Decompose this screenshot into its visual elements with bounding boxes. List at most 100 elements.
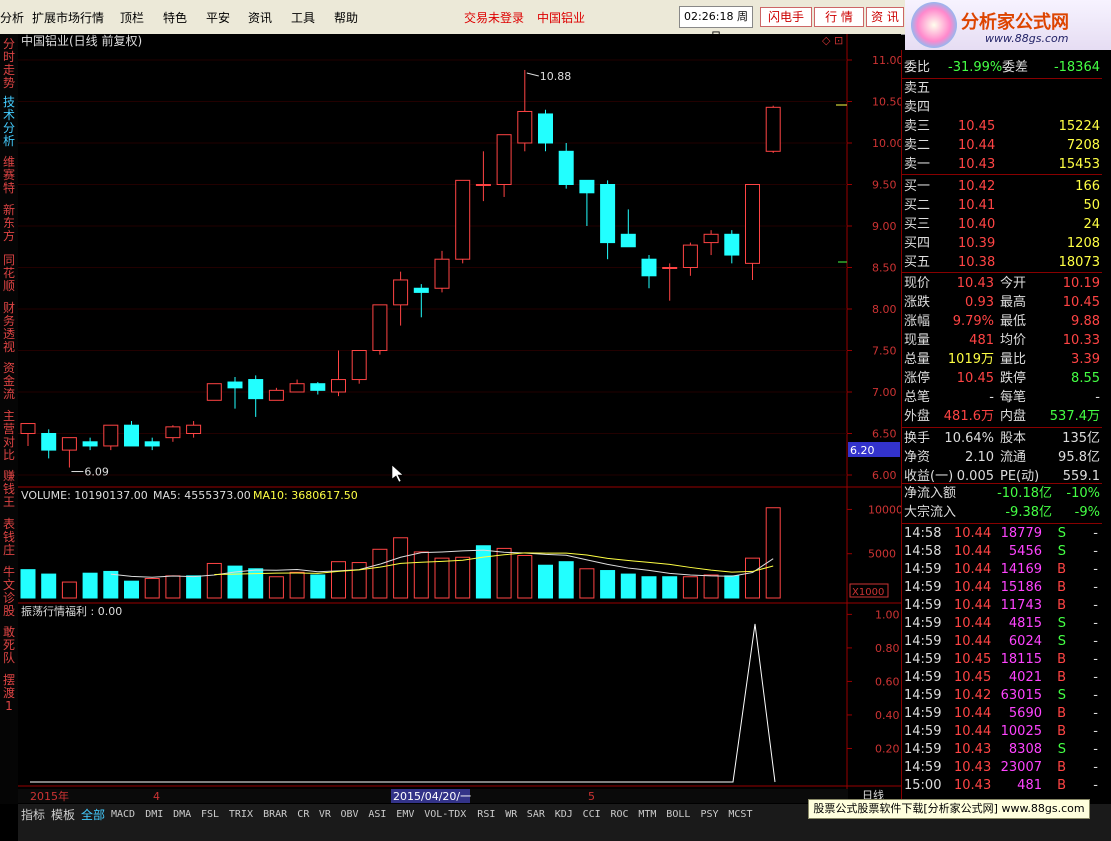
tick-price: 10.44 bbox=[954, 616, 992, 631]
buy-row: 买一 10.42 166 bbox=[902, 177, 1100, 196]
indicator-tab[interactable]: PSY bbox=[701, 807, 719, 823]
stat-value: 10.45 bbox=[956, 371, 994, 386]
indicator-tab[interactable]: VOL-TDX bbox=[424, 807, 466, 823]
stat-label: 涨跌 bbox=[904, 295, 931, 310]
indicator-tab[interactable]: 模板 bbox=[51, 807, 75, 823]
volume-bar bbox=[206, 562, 222, 599]
tick-direction: B bbox=[1057, 724, 1066, 739]
indicator-tab[interactable]: ASI bbox=[368, 807, 386, 823]
stat-label: 今开 bbox=[1000, 276, 1027, 291]
candle-body bbox=[61, 437, 77, 451]
tick-time: 14:59 bbox=[904, 724, 942, 739]
candle-body bbox=[600, 184, 616, 244]
volume-label: VOLUME: 10190137.00 bbox=[21, 489, 148, 502]
indicator-tab[interactable]: DMI bbox=[145, 807, 163, 823]
indicator-tab[interactable]: 全部 bbox=[81, 807, 105, 823]
indicator-tab[interactable]: VR bbox=[319, 807, 331, 823]
candle-body bbox=[206, 383, 222, 401]
tick-direction: B bbox=[1057, 706, 1066, 721]
stat-row: 净资 2.10 流通 95.8亿 bbox=[902, 448, 1100, 467]
price-tick-label: 10.00 bbox=[872, 137, 901, 150]
volume-bar bbox=[641, 576, 657, 599]
indicator-tab[interactable]: TRIX bbox=[229, 807, 253, 823]
tick-direction: S bbox=[1057, 742, 1066, 757]
indicator-tick-label: 0.40 bbox=[875, 709, 900, 722]
stat-row: 外盘 481.6万 内盘 537.4万 bbox=[902, 407, 1100, 426]
candle-body bbox=[227, 381, 243, 389]
indicator-tab[interactable]: 指标 bbox=[21, 807, 45, 823]
indicator-tab[interactable]: SAR bbox=[527, 807, 545, 823]
price-tick-label: 9.50 bbox=[872, 179, 897, 192]
candle-body bbox=[641, 258, 657, 277]
flow-row: 大宗流入 -9.38亿 -9% bbox=[902, 503, 1100, 522]
indicator-tab[interactable]: EMV bbox=[396, 807, 414, 823]
candle-body bbox=[268, 389, 284, 401]
stat-row: 现量 481 均价 10.33 bbox=[902, 331, 1100, 350]
candle-body bbox=[455, 179, 471, 260]
flow-value: -10.18亿 bbox=[997, 486, 1052, 501]
stat-value: 3.39 bbox=[1071, 352, 1100, 367]
ad-banner[interactable]: 股票公式股票软件下载[分析家公式网] www.88gs.com bbox=[808, 799, 1090, 819]
indicator-tab[interactable]: CR bbox=[297, 807, 309, 823]
tick-price: 10.43 bbox=[954, 778, 992, 793]
indicator-tab[interactable]: KDJ bbox=[555, 807, 573, 823]
stat-row: 总量 1019万 量比 3.39 bbox=[902, 350, 1100, 369]
candle-body bbox=[103, 424, 119, 447]
tick-price: 10.44 bbox=[954, 634, 992, 649]
expand-icon[interactable]: ◇ ⊡ bbox=[822, 34, 843, 47]
tick-dash: - bbox=[1093, 544, 1098, 559]
indicator-tab[interactable]: DMA bbox=[173, 807, 191, 823]
tick-price: 10.44 bbox=[954, 526, 992, 541]
volume-bar bbox=[724, 575, 740, 599]
tick-row: 14:59 10.44 5690 B - bbox=[902, 704, 1100, 723]
stat-value: 10.45 bbox=[1062, 295, 1100, 310]
volume-bar bbox=[103, 570, 119, 599]
indicator-tab[interactable]: CCI bbox=[583, 807, 601, 823]
stat-label: 最高 bbox=[1000, 295, 1027, 310]
chart-area[interactable]: 中国铝业(日线 前复权) ◇ ⊡ 6.00 6.50 7.00 7.50 8.00 8.5… bbox=[0, 0, 901, 804]
volume-bar bbox=[517, 554, 533, 599]
stat-label: 每笔 bbox=[1000, 390, 1027, 405]
volume-bar bbox=[413, 551, 429, 599]
indicator-tab[interactable]: ROC bbox=[611, 807, 629, 823]
tick-direction: B bbox=[1057, 652, 1066, 667]
indicator-tab[interactable]: FSL bbox=[201, 807, 219, 823]
indicator-tab[interactable]: MACD bbox=[111, 807, 135, 823]
stat-label: 总量 bbox=[904, 352, 931, 367]
sell-price: 10.45 bbox=[958, 119, 996, 134]
tick-row: 14:59 10.44 11743 B - bbox=[902, 596, 1100, 615]
flow-label: 净流入额 bbox=[904, 486, 957, 501]
stat-label: 换手 bbox=[904, 431, 931, 446]
indicator-tab[interactable]: WR bbox=[505, 807, 517, 823]
logo-url: www.88gs.com bbox=[985, 32, 1069, 45]
indicator-tab[interactable]: BOLL bbox=[666, 807, 690, 823]
tick-dash: - bbox=[1093, 562, 1098, 577]
indicator-tab[interactable]: MCST bbox=[728, 807, 752, 823]
sell-row: 卖三 10.45 15224 bbox=[902, 117, 1100, 136]
volume-tick-label: 5000 bbox=[868, 548, 896, 561]
tick-volume: 4815 bbox=[1008, 616, 1042, 631]
indicator-tab[interactable]: OBV bbox=[341, 807, 359, 823]
tick-volume: 18779 bbox=[1000, 526, 1042, 541]
tick-direction: B bbox=[1057, 760, 1066, 775]
candle-body bbox=[351, 350, 367, 381]
flow-value: -9.38亿 bbox=[1005, 505, 1052, 520]
indicator-tab[interactable]: BRAR bbox=[263, 807, 287, 823]
sell-label: 卖三 bbox=[904, 119, 931, 134]
stat-row: 换手 10.64% 股本 135亿 bbox=[902, 429, 1100, 448]
price-tick-label: 7.50 bbox=[872, 345, 897, 358]
stat-value: 8.55 bbox=[1071, 371, 1100, 386]
stat-label: 流通 bbox=[1000, 450, 1027, 465]
stat-value: 10.64% bbox=[944, 431, 994, 446]
candle-body bbox=[20, 423, 36, 435]
sell-row: 卖二 10.44 7208 bbox=[902, 136, 1100, 155]
tick-price: 10.43 bbox=[954, 760, 992, 775]
tick-row: 14:59 10.44 6024 S - bbox=[902, 632, 1100, 651]
candle-body bbox=[765, 106, 781, 152]
indicator-tab[interactable]: RSI bbox=[477, 807, 495, 823]
tick-row: 14:58 10.44 18779 S - bbox=[902, 524, 1100, 543]
tick-time: 14:59 bbox=[904, 652, 942, 667]
tick-time: 14:59 bbox=[904, 616, 942, 631]
tick-time: 14:59 bbox=[904, 670, 942, 685]
indicator-tab[interactable]: MTM bbox=[638, 807, 656, 823]
